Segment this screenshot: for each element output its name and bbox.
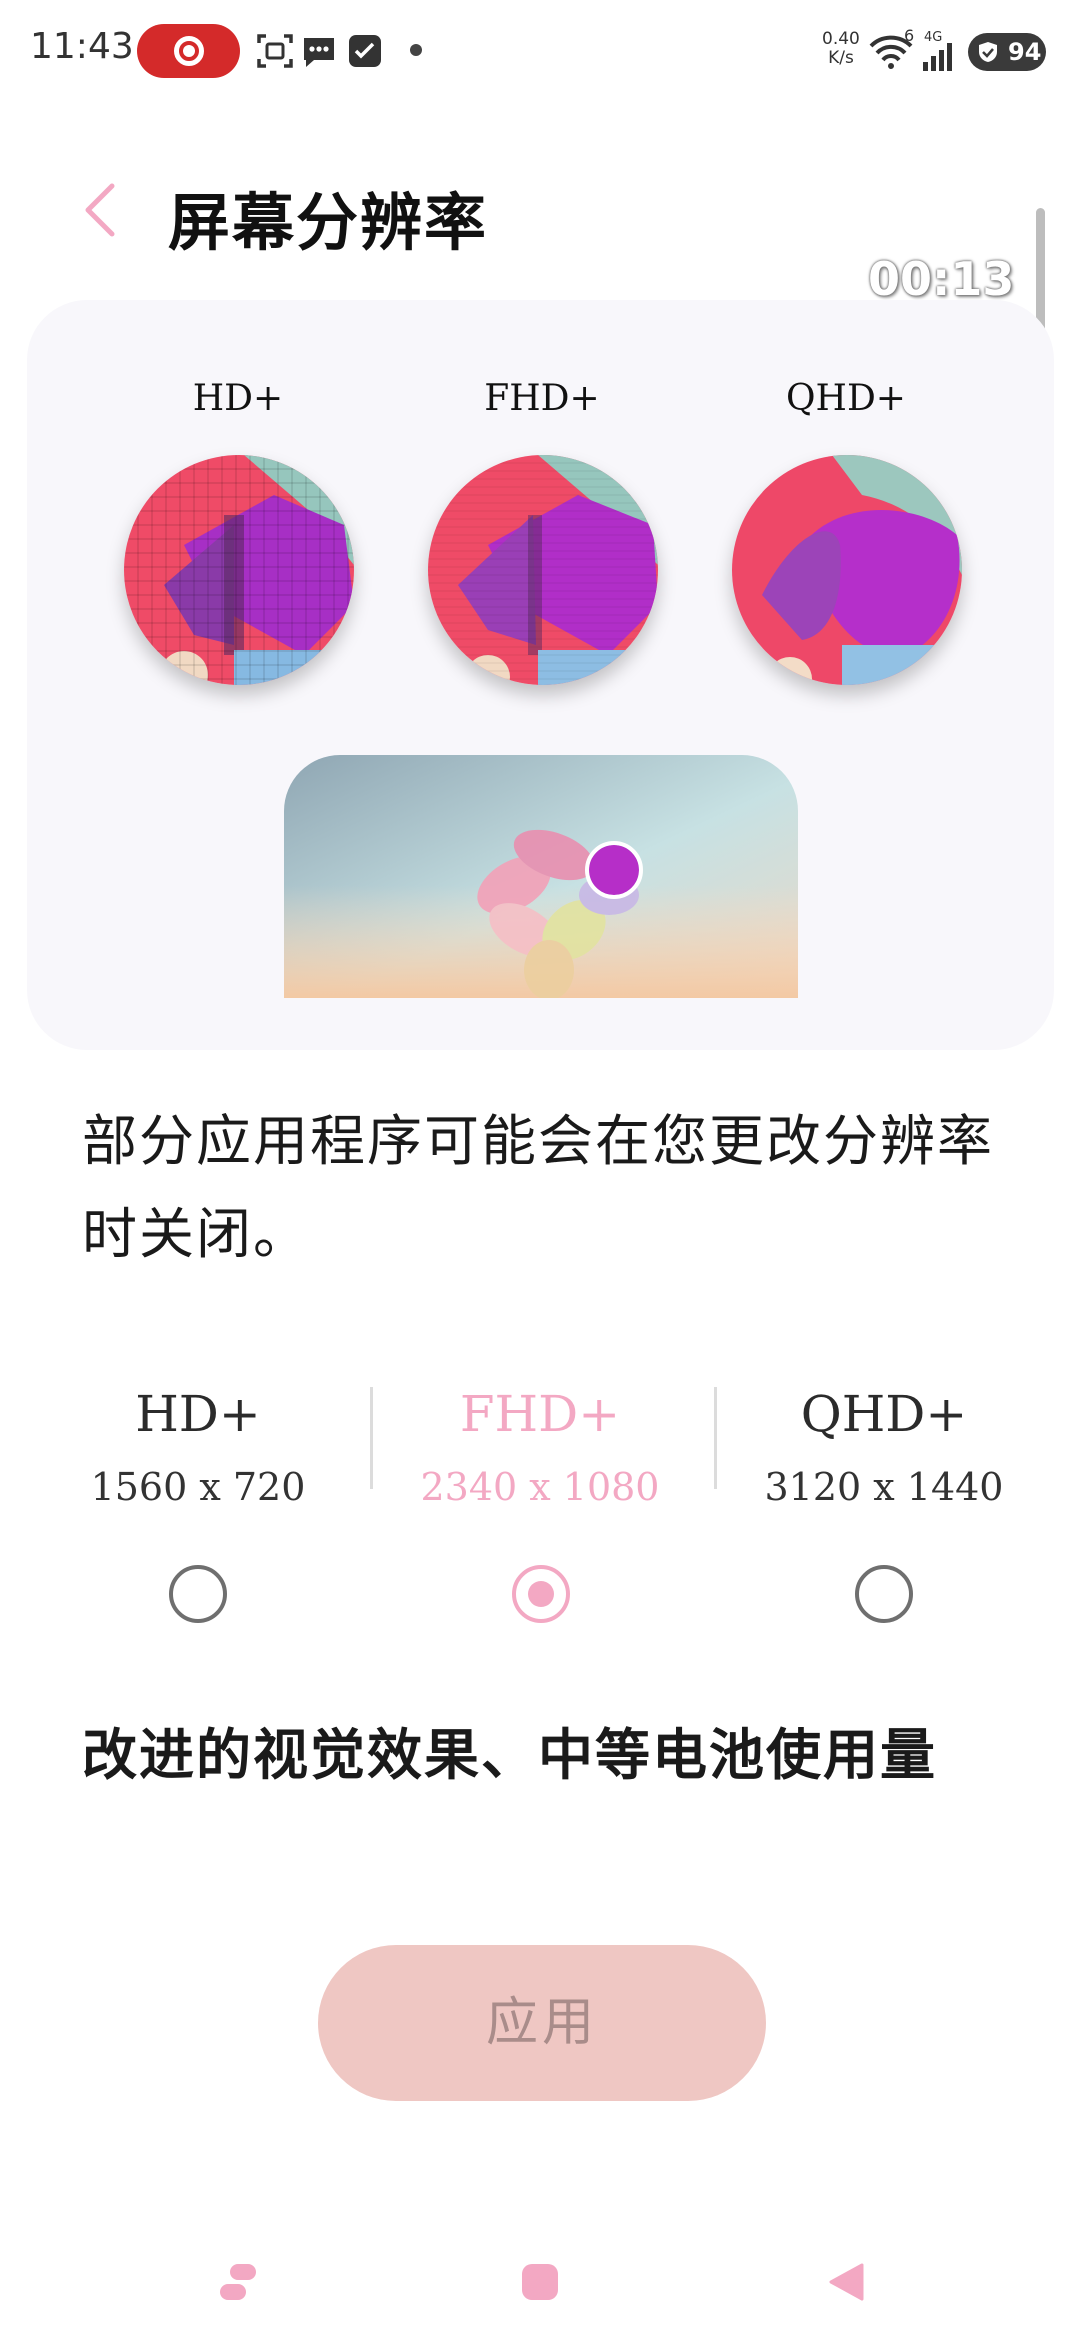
speed-unit: K/s xyxy=(828,48,854,68)
preview-wallpaper xyxy=(284,755,798,998)
option-hd-dims: 1560 x 720 xyxy=(90,1465,306,1509)
option-fhd-name: FHD+ xyxy=(459,1385,621,1443)
option-hd-name: HD+ xyxy=(135,1385,261,1443)
option-fhd-dims: 2340 x 1080 xyxy=(420,1465,660,1509)
option-fhd[interactable]: FHD+ 2340 x 1080 xyxy=(370,1385,710,1509)
network-speed: 0.40 K/s xyxy=(822,30,860,68)
preview-lens-fhd xyxy=(428,455,658,685)
status-bar: 11:43 0.40 K/s 6 4G 94 xyxy=(0,0,1080,100)
option-qhd[interactable]: QHD+ 3120 x 1440 xyxy=(714,1385,1054,1509)
message-icon xyxy=(304,38,334,67)
radio-qhd[interactable] xyxy=(855,1565,913,1623)
battery-icon: 94 xyxy=(968,33,1046,71)
signal-icon xyxy=(923,43,952,71)
home-icon[interactable] xyxy=(520,2262,560,2302)
page-title: 屏幕分辨率 xyxy=(168,186,489,259)
preview-caption-fhd: FHD+ xyxy=(484,378,600,419)
notification-dot xyxy=(410,44,422,56)
screenshot-icon xyxy=(257,34,293,68)
option-qhd-dims: 3120 x 1440 xyxy=(764,1465,1004,1509)
lens-image-fhd xyxy=(428,455,658,685)
preview-caption-qhd: QHD+ xyxy=(786,378,906,419)
screen-record-icon[interactable] xyxy=(137,24,240,78)
radio-fhd[interactable] xyxy=(512,1565,570,1623)
preview-caption-hd: HD+ xyxy=(192,378,284,419)
wallpaper-image xyxy=(284,755,798,998)
speed-value: 0.40 xyxy=(822,29,860,49)
apply-button[interactable]: 应用 xyxy=(318,1945,766,2101)
radio-hd[interactable] xyxy=(169,1565,227,1623)
preview-lens-hd xyxy=(124,455,354,685)
lens-image-hd xyxy=(124,455,354,685)
shield-icon xyxy=(979,42,997,62)
recording-timer: 00:13 xyxy=(868,252,1015,306)
signal-sup: 6 xyxy=(904,26,915,45)
recents-icon[interactable] xyxy=(218,2262,258,2302)
option-qhd-name: QHD+ xyxy=(800,1385,968,1443)
back-nav-icon[interactable] xyxy=(826,2262,866,2302)
lens-image-qhd xyxy=(732,455,962,685)
option-hd[interactable]: HD+ 1560 x 720 xyxy=(28,1385,368,1509)
warning-note: 部分应用程序可能会在您更改分辨率时关闭。 xyxy=(82,1109,995,1266)
chevron-left-icon[interactable] xyxy=(78,180,122,240)
preview-lens-qhd xyxy=(732,455,962,685)
check-icon xyxy=(349,35,381,67)
battery-level: 94 xyxy=(1008,38,1042,66)
status-time: 11:43 xyxy=(30,26,134,67)
effect-description: 改进的视觉效果、中等电池使用量 xyxy=(82,1722,938,1787)
